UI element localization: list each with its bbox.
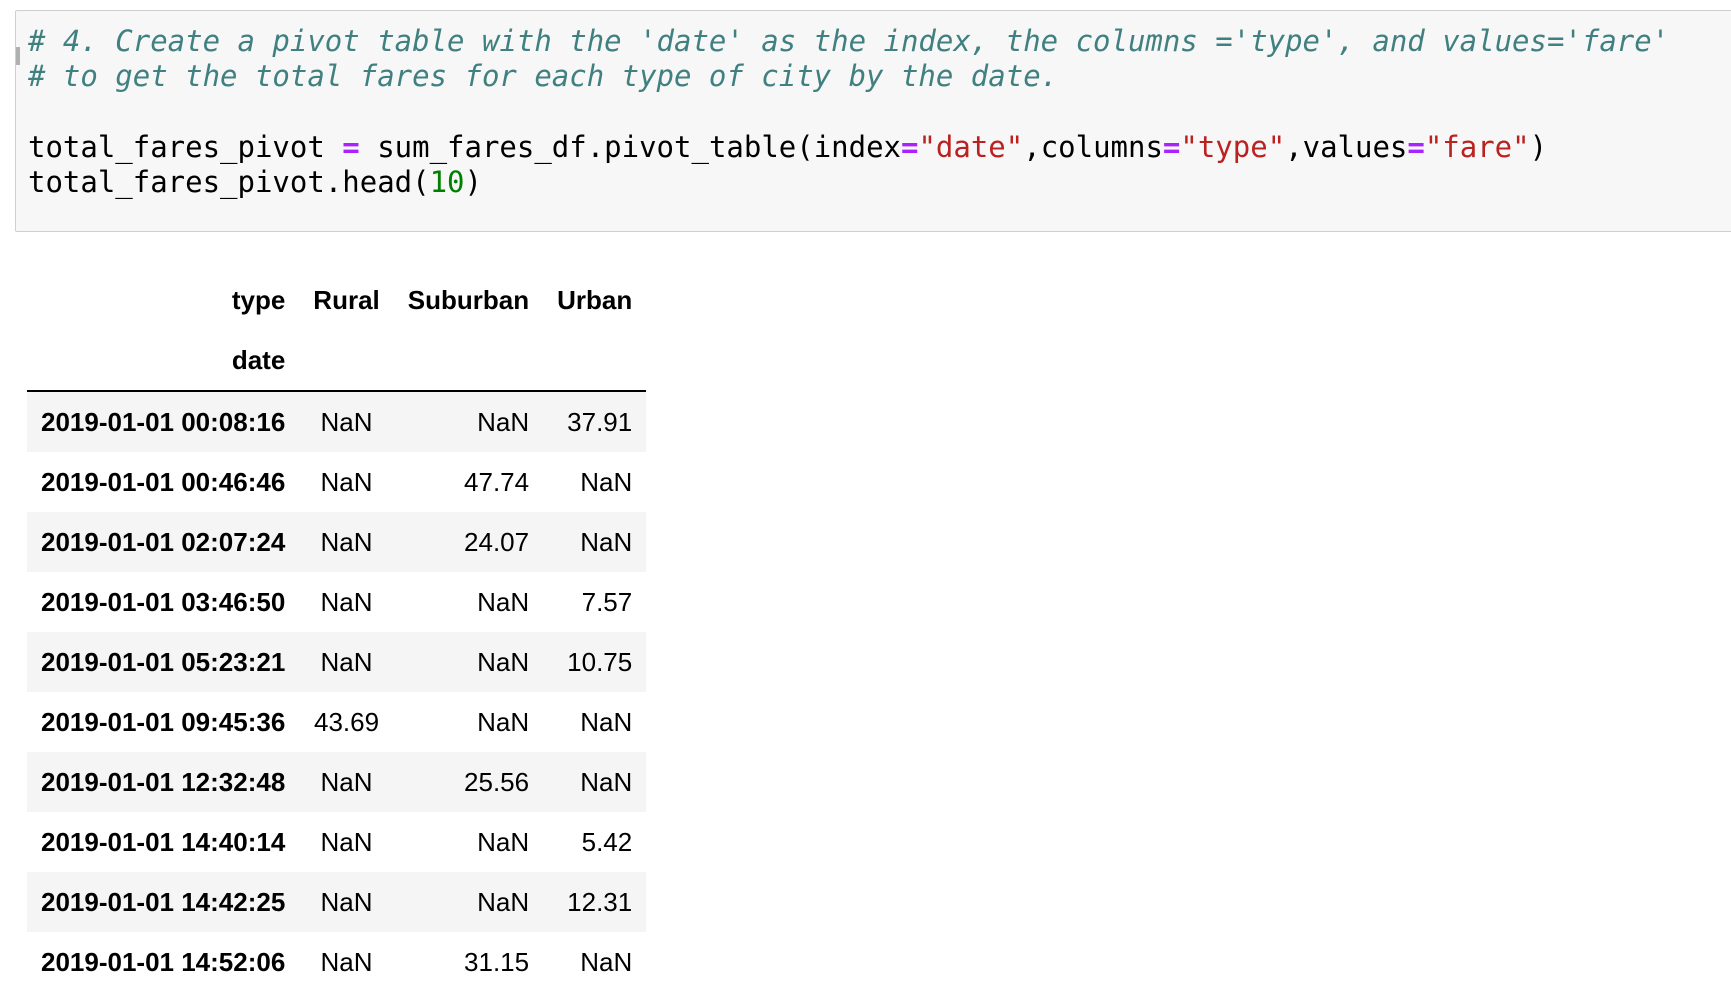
code-operator: = <box>901 130 919 164</box>
cell-suburban: 25.56 <box>464 766 530 797</box>
empty-header-cell <box>393 330 544 392</box>
code-string: "fare" <box>1424 130 1530 164</box>
code-comment-line-2: # to get the total fares for each type o… <box>28 59 1059 93</box>
cell-rural: NaN <box>320 946 373 977</box>
empty-header-cell <box>543 330 647 392</box>
cell-rural: 43.69 <box>313 706 380 737</box>
code-string: "date" <box>918 130 1024 164</box>
table-row: 2019-01-01 12:32:48 NaN 25.56 NaN <box>27 752 647 812</box>
cell-suburban: 47.74 <box>464 466 530 497</box>
cell-urban: NaN <box>580 526 633 557</box>
row-index-date: 2019-01-01 02:07:24 <box>41 526 286 557</box>
cell-rural: NaN <box>320 646 373 677</box>
row-index-date: 2019-01-01 00:08:16 <box>41 406 286 437</box>
row-index-date: 2019-01-01 03:46:50 <box>41 586 286 617</box>
table-row: 2019-01-01 14:52:06 NaN 31.15 NaN <box>27 932 647 992</box>
cell-rural: NaN <box>320 766 373 797</box>
cell-suburban: NaN <box>477 706 530 737</box>
table-row: 2019-01-01 14:42:25 NaN NaN 12.31 <box>27 872 647 932</box>
column-header-suburban: Suburban <box>407 284 530 315</box>
row-index-date: 2019-01-01 00:46:46 <box>41 466 286 497</box>
columns-name-header: type <box>231 284 286 315</box>
code-token: ,columns <box>1023 130 1163 164</box>
code-line-pivot-table: total_fares_pivot = sum_fares_df.pivot_t… <box>28 127 1547 167</box>
code-line-head: total_fares_pivot.head(10) <box>28 162 482 202</box>
row-index-date: 2019-01-01 12:32:48 <box>41 766 286 797</box>
cell-rural: NaN <box>320 586 373 617</box>
cell-suburban: NaN <box>477 826 530 857</box>
cell-urban: NaN <box>580 946 633 977</box>
cell-prompt-edge <box>16 47 20 65</box>
code-token: ,values <box>1285 130 1408 164</box>
code-operator: = <box>1162 130 1181 164</box>
table-header-row: type Rural Suburban Urban <box>27 270 646 330</box>
cell-suburban: NaN <box>477 646 530 677</box>
cell-urban: NaN <box>580 466 633 497</box>
code-comment-line-1: # 4. Create a pivot table with the 'date… <box>28 24 1670 58</box>
index-name-row: date <box>27 330 647 392</box>
table-row: 2019-01-01 00:46:46 NaN 47.74 NaN <box>27 452 647 512</box>
cell-urban: 10.75 <box>567 646 633 677</box>
cell-suburban: 31.15 <box>464 946 530 977</box>
cell-rural: NaN <box>320 826 373 857</box>
cell-urban: 12.31 <box>567 886 633 917</box>
code-number: 10 <box>429 165 465 199</box>
row-index-date: 2019-01-01 05:23:21 <box>41 646 286 677</box>
cell-rural: NaN <box>320 466 373 497</box>
cell-suburban: NaN <box>477 586 530 617</box>
code-token: ) <box>1529 130 1548 164</box>
code-operator: = <box>342 130 360 164</box>
cell-urban: 7.57 <box>581 586 633 617</box>
table-row: 2019-01-01 02:07:24 NaN 24.07 NaN <box>27 512 647 572</box>
row-index-date: 2019-01-01 09:45:36 <box>41 706 286 737</box>
cell-urban: NaN <box>580 706 633 737</box>
column-header-urban: Urban <box>557 284 633 315</box>
cell-urban: 5.42 <box>581 826 633 857</box>
cell-rural: NaN <box>320 886 373 917</box>
row-index-date: 2019-01-01 14:42:25 <box>41 886 286 917</box>
cell-suburban: NaN <box>477 406 530 437</box>
table-row: 2019-01-01 05:23:21 NaN NaN 10.75 <box>27 632 647 692</box>
code-token: total_fares_pivot <box>28 130 343 164</box>
code-token: ) <box>464 165 482 199</box>
table-row: 2019-01-01 00:08:16 NaN NaN 37.91 <box>27 391 647 452</box>
code-token: total_fares_pivot.head( <box>28 165 430 199</box>
row-index-date: 2019-01-01 14:52:06 <box>41 946 286 977</box>
table-row: 2019-01-01 03:46:50 NaN NaN 7.57 <box>27 572 647 632</box>
cell-urban: NaN <box>580 766 633 797</box>
dataframe-output-table: type Rural Suburban Urban date 2019-01-0… <box>27 270 647 992</box>
code-token: sum_fares_df.pivot_table(index <box>359 130 901 164</box>
code-operator: = <box>1407 130 1425 164</box>
code-string: "type" <box>1180 130 1286 164</box>
index-name-header: date <box>27 330 300 392</box>
cell-urban: 37.91 <box>567 406 633 437</box>
table-row: 2019-01-01 14:40:14 NaN NaN 5.42 <box>27 812 647 872</box>
row-index-date: 2019-01-01 14:40:14 <box>41 826 286 857</box>
column-header-rural: Rural <box>313 284 380 315</box>
cell-suburban: NaN <box>477 886 530 917</box>
cell-suburban: 24.07 <box>464 526 530 557</box>
table-row: 2019-01-01 09:45:36 43.69 NaN NaN <box>27 692 647 752</box>
code-cell[interactable]: # 4. Create a pivot table with the 'date… <box>15 10 1731 232</box>
cell-rural: NaN <box>320 526 373 557</box>
cell-rural: NaN <box>320 406 373 437</box>
empty-header-cell <box>299 330 394 392</box>
